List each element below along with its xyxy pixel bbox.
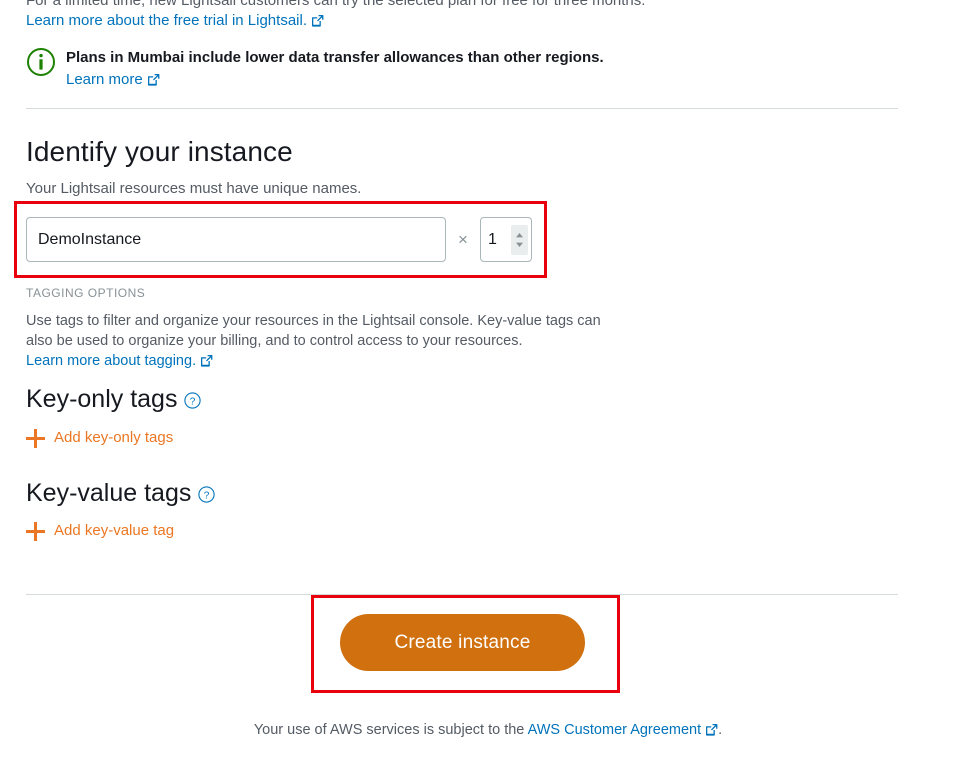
info-circle-icon: [26, 47, 56, 77]
region-info-title: Plans in Mumbai include lower data trans…: [66, 49, 604, 66]
question-circle-icon[interactable]: ?: [198, 485, 216, 503]
region-info-learn-more-row: Learn more: [66, 69, 604, 90]
region-info-learn-more-link[interactable]: Learn more: [66, 71, 143, 88]
key-only-tags-heading-row: Key-only tags ?: [26, 384, 202, 414]
chevron-up-icon: [515, 232, 523, 237]
external-link-icon: [147, 73, 160, 86]
chevron-down-icon: [515, 242, 523, 247]
external-link-icon: [311, 14, 324, 27]
svg-text:?: ?: [204, 490, 210, 501]
svg-text:?: ?: [190, 396, 196, 407]
aws-customer-agreement-link[interactable]: AWS Customer Agreement: [528, 722, 702, 738]
region-info-banner: Plans in Mumbai include lower data trans…: [26, 46, 886, 90]
region-info-body: Plans in Mumbai include lower data trans…: [66, 46, 604, 90]
free-trial-learn-more-link[interactable]: Learn more about the free trial in Light…: [26, 12, 307, 29]
external-link-icon: [200, 354, 213, 367]
add-key-only-tags-label: Add key-only tags: [54, 429, 174, 446]
multiplier-symbol: ×: [458, 229, 468, 249]
tagging-learn-more-link[interactable]: Learn more about tagging.: [26, 353, 196, 369]
tagging-options-label: TAGGING OPTIONS: [26, 286, 146, 300]
footer-prefix: Your use of AWS services is subject to t…: [253, 722, 528, 738]
quantity-spinner-buttons[interactable]: [510, 224, 528, 255]
question-circle-icon[interactable]: ?: [184, 391, 202, 409]
instance-name-input[interactable]: [26, 217, 446, 262]
create-instance-page: For a limited time, new Lightsail custom…: [0, 0, 976, 760]
instance-quantity-stepper[interactable]: [479, 217, 532, 262]
key-value-tags-heading: Key-value tags: [26, 479, 192, 507]
plus-icon: [26, 521, 45, 541]
key-only-tags-heading: Key-only tags: [26, 385, 178, 413]
section-divider-bottom: [26, 594, 898, 595]
instance-quantity-input[interactable]: [480, 219, 511, 260]
free-trial-learn-more-row: Learn more about the free trial in Light…: [26, 11, 324, 31]
tagging-learn-more-row: Learn more about tagging.: [26, 351, 213, 371]
add-key-value-tag-label: Add key-value tag: [54, 522, 175, 539]
page-subtitle: Your Lightsail resources must have uniqu…: [26, 180, 362, 197]
free-trial-promo-text: For a limited time, new Lightsail custom…: [26, 0, 646, 9]
add-key-only-tags-button[interactable]: Add key-only tags: [26, 428, 173, 448]
plus-icon: [26, 428, 45, 448]
tagging-options-description: Use tags to filter and organize your res…: [26, 313, 601, 349]
key-value-tags-heading-row: Key-value tags ?: [26, 478, 216, 508]
section-divider-top: [26, 108, 898, 109]
external-link-icon: [705, 723, 718, 736]
footer-legal-text: Your use of AWS services is subject to t…: [0, 720, 976, 740]
page-title: Identify your instance: [26, 136, 293, 167]
create-instance-button[interactable]: Create instance: [340, 614, 585, 671]
add-key-value-tag-button[interactable]: Add key-value tag: [26, 521, 174, 541]
instance-name-row: ×: [26, 217, 532, 262]
footer-suffix: .: [718, 722, 723, 738]
